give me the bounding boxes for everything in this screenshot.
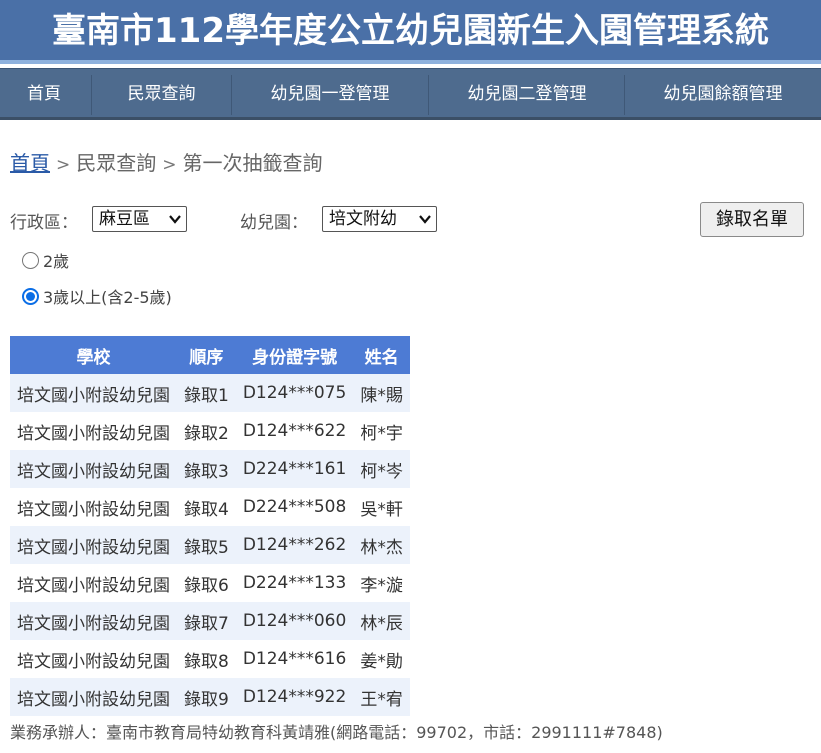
cell-order: 錄取1 <box>177 374 236 412</box>
cell-id: D124***616 <box>235 640 354 678</box>
cell-school: 培文國小附設幼兒園 <box>10 602 177 640</box>
cell-school: 培文國小附設幼兒園 <box>10 640 177 678</box>
table-row: 培文國小附設幼兒園 錄取7 D124***060 林*辰 <box>10 602 410 640</box>
age-option-label: 3歲以上(含2-5歲) <box>43 288 172 307</box>
nav-item-first-registration[interactable]: 幼兒園一登管理 <box>232 69 428 119</box>
column-header-id: 身份證字號 <box>235 336 354 374</box>
cell-id: D224***161 <box>235 450 354 488</box>
cell-school: 培文國小附設幼兒園 <box>10 374 177 412</box>
cell-name: 林*辰 <box>353 602 410 640</box>
breadcrumb-current: 第一次抽籤查詢 <box>182 151 323 175</box>
admission-list-button[interactable]: 錄取名單 <box>700 202 804 237</box>
age-option-3plus[interactable]: 3歲以上(含2-5歲) <box>22 284 172 308</box>
table-row: 培文國小附設幼兒園 錄取4 D224***508 吳*軒 <box>10 488 410 526</box>
cell-name: 陳*賜 <box>353 374 410 412</box>
site-title: 臺南市112學年度公立幼兒園新生入園管理系統 <box>52 11 769 51</box>
nav-item-second-registration[interactable]: 幼兒園二登管理 <box>429 69 625 119</box>
age-option-2[interactable]: 2歲 <box>22 248 69 272</box>
main-nav: 首頁 民眾查詢 幼兒園一登管理 幼兒園二登管理 幼兒園餘額管理 <box>0 68 821 120</box>
cell-order: 錄取9 <box>177 678 236 716</box>
table-row: 培文國小附設幼兒園 錄取6 D224***133 李*漩 <box>10 564 410 602</box>
table-row: 培文國小附設幼兒園 錄取2 D124***622 柯*宇 <box>10 412 410 450</box>
cell-name: 姜*勛 <box>353 640 410 678</box>
cell-name: 林*杰 <box>353 526 410 564</box>
table-row: 培文國小附設幼兒園 錄取5 D124***262 林*杰 <box>10 526 410 564</box>
cell-id: D224***508 <box>235 488 354 526</box>
table-row: 培文國小附設幼兒園 錄取8 D124***616 姜*勛 <box>10 640 410 678</box>
admission-results-table: 學校 順序 身份證字號 姓名 培文國小附設幼兒園 錄取1 D124***075 陳*賜… <box>10 336 410 716</box>
breadcrumb-separator: > <box>56 155 71 175</box>
nav-item-vacancy[interactable]: 幼兒園餘額管理 <box>625 69 821 119</box>
table-header-row: 學校 順序 身份證字號 姓名 <box>10 336 410 374</box>
cell-id: D124***075 <box>235 374 354 412</box>
column-header-name: 姓名 <box>353 336 410 374</box>
radio-unchecked-icon[interactable] <box>22 252 39 269</box>
cell-name: 王*宥 <box>353 678 410 716</box>
kindergarten-select-value: 培文附幼 <box>329 209 397 229</box>
breadcrumb-separator: > <box>162 155 177 175</box>
cell-order: 錄取3 <box>177 450 236 488</box>
cell-id: D224***133 <box>235 564 354 602</box>
cell-name: 柯*宇 <box>353 412 410 450</box>
radio-checked-icon[interactable] <box>22 288 39 305</box>
table-row: 培文國小附設幼兒園 錄取1 D124***075 陳*賜 <box>10 374 410 412</box>
district-label: 行政區： <box>10 213 78 233</box>
district-select[interactable]: 麻豆區 <box>92 206 187 232</box>
cell-order: 錄取4 <box>177 488 236 526</box>
cell-id: D124***922 <box>235 678 354 716</box>
cell-school: 培文國小附設幼兒園 <box>10 450 177 488</box>
cell-id: D124***060 <box>235 602 354 640</box>
district-select-value: 麻豆區 <box>99 209 150 229</box>
cell-id: D124***622 <box>235 412 354 450</box>
table-row: 培文國小附設幼兒園 錄取3 D224***161 柯*岑 <box>10 450 410 488</box>
cell-name: 李*漩 <box>353 564 410 602</box>
kindergarten-label: 幼兒園： <box>240 213 308 233</box>
breadcrumb-section: 民眾查詢 <box>76 151 157 175</box>
cell-school: 培文國小附設幼兒園 <box>10 526 177 564</box>
column-header-school: 學校 <box>10 336 177 374</box>
site-header: 臺南市112學年度公立幼兒園新生入園管理系統 <box>0 0 821 64</box>
breadcrumb-home-link[interactable]: 首頁 <box>10 151 50 175</box>
cell-school: 培文國小附設幼兒園 <box>10 412 177 450</box>
cell-order: 錄取2 <box>177 412 236 450</box>
kindergarten-select[interactable]: 培文附幼 <box>322 206 437 232</box>
breadcrumb: 首頁 > 民眾查詢 > 第一次抽籤查詢 <box>10 147 323 176</box>
table-row: 培文國小附設幼兒園 錄取9 D124***922 王*宥 <box>10 678 410 716</box>
cell-school: 培文國小附設幼兒園 <box>10 564 177 602</box>
cell-order: 錄取8 <box>177 640 236 678</box>
chevron-down-icon <box>169 215 181 224</box>
cell-school: 培文國小附設幼兒園 <box>10 488 177 526</box>
cell-order: 錄取7 <box>177 602 236 640</box>
cell-school: 培文國小附設幼兒園 <box>10 678 177 716</box>
nav-item-public-query[interactable]: 民眾查詢 <box>92 69 231 119</box>
cell-order: 錄取6 <box>177 564 236 602</box>
column-header-order: 順序 <box>177 336 236 374</box>
nav-item-home[interactable]: 首頁 <box>0 69 88 119</box>
contact-footer: 業務承辦人：臺南市教育局特幼教育科黃靖雅(網路電話：99702，市話：29911… <box>10 723 663 742</box>
age-option-label: 2歲 <box>43 252 70 271</box>
cell-name: 柯*岑 <box>353 450 410 488</box>
chevron-down-icon <box>419 215 431 224</box>
cell-name: 吳*軒 <box>353 488 410 526</box>
cell-order: 錄取5 <box>177 526 236 564</box>
cell-id: D124***262 <box>235 526 354 564</box>
